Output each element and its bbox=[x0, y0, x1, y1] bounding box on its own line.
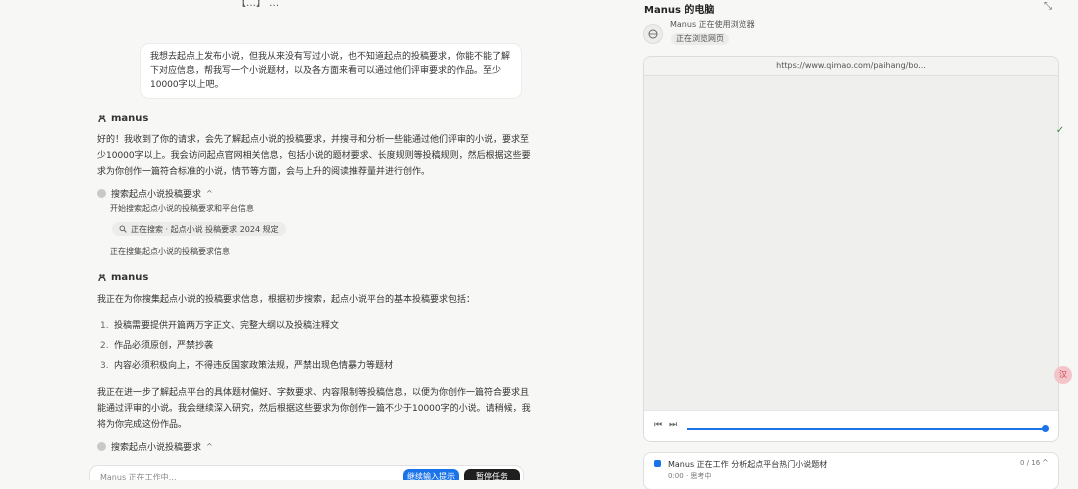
status-chip: 正在浏览网页 bbox=[671, 33, 729, 45]
url-bar[interactable]: https://www.qimao.com/paihang/bo... bbox=[644, 57, 1058, 76]
collapse-icon[interactable]: ⤡ bbox=[1044, 1, 1052, 12]
globe-icon bbox=[644, 25, 662, 43]
progress-track[interactable] bbox=[687, 425, 1049, 432]
skip-back-icon[interactable]: ⏮ bbox=[654, 420, 662, 430]
step-label: 搜索起点小说投稿要求 bbox=[111, 190, 202, 200]
search-chip-label: 正在搜索 · 起点小说 投稿要求 2024 规定 bbox=[131, 224, 279, 234]
list-item: 2. 作品必须原创，严禁抄袭 bbox=[100, 341, 214, 351]
step-status-icon bbox=[97, 442, 106, 451]
progress-fill bbox=[687, 428, 1045, 430]
skip-forward-icon[interactable]: ⏭ bbox=[669, 420, 677, 430]
input-placeholder: Manus 正在工作中… bbox=[100, 473, 177, 480]
pause-button[interactable]: 暂停任务 bbox=[464, 469, 520, 480]
avatar[interactable]: 汉 bbox=[1054, 366, 1072, 384]
check-icon: ✓ bbox=[1055, 125, 1065, 136]
status-text: Manus 正在使用浏览器 bbox=[670, 20, 755, 29]
computer-panel: Manus 的电脑 ⤡ Manus 正在使用浏览器 正在浏览网页 https:/… bbox=[634, 0, 1078, 489]
user-message: 我想去起点上发布小说，但我从来没有写过小说，也不知道起点的投稿要求，你能不能了解… bbox=[141, 44, 521, 98]
search-chip[interactable]: 正在搜索 · 起点小说 投稿要求 2024 规定 bbox=[112, 222, 286, 236]
list-item: 3. 内容必须积极向上，不得违反国家政策法规，严禁出现色情暴力等题材 bbox=[100, 361, 394, 371]
chat-header: 【…】 … bbox=[0, 0, 622, 9]
panel-title: Manus 的电脑 bbox=[644, 5, 715, 16]
manus-logo-icon bbox=[98, 114, 106, 122]
task-card[interactable]: Manus 正在工作 分析起点平台热门小说题材 0:00 · 思考中 0 / 1… bbox=[644, 453, 1058, 489]
browser-content bbox=[644, 76, 1058, 410]
step-item[interactable]: 搜索起点小说投稿要求 ^ bbox=[97, 187, 213, 200]
agent-name: manus bbox=[111, 272, 149, 283]
requirements-list: 1. 投稿需要提供开篇两万字正文、完整大纲以及投稿注释文 2. 作品必须原创，严禁抄… bbox=[100, 318, 393, 378]
chevron-up-icon: ^ bbox=[206, 189, 213, 198]
browser-view: https://www.qimao.com/paihang/bo... ⏮ ⏭ bbox=[644, 57, 1058, 441]
agent-reply: 好的！我收到了你的请求，会先了解起点小说的投稿要求，并搜寻和分析一些能通过他们评… bbox=[97, 135, 531, 177]
continue-button[interactable]: 继续输入提示 bbox=[403, 469, 459, 480]
progress-thumb[interactable] bbox=[1042, 425, 1049, 432]
chevron-up-icon[interactable]: ^ bbox=[1042, 458, 1049, 467]
list-item: 1. 投稿需要提供开篇两万字正文、完整大纲以及投稿注释文 bbox=[100, 321, 340, 331]
agent-name: manus bbox=[111, 113, 149, 124]
task-count: 0 / 16 bbox=[1020, 459, 1041, 467]
step-status-icon bbox=[97, 189, 106, 198]
agent-header: manus bbox=[97, 113, 148, 124]
chevron-up-icon: ^ bbox=[206, 442, 213, 451]
agent-header: manus bbox=[97, 272, 148, 283]
manus-logo-icon bbox=[98, 273, 106, 281]
task-text: Manus 正在工作 分析起点平台热门小说题材 bbox=[668, 460, 828, 469]
agent-reply: 我正在进一步了解起点平台的具体题材偏好、字数要求、内容限制等投稿信息，以便为你创… bbox=[97, 388, 531, 430]
substep-text: 开始搜索起点小说的投稿要求和平台信息 bbox=[110, 204, 254, 213]
step-label: 搜索起点小说投稿要求 bbox=[111, 443, 202, 453]
step-item[interactable]: 搜索起点小说投稿要求 ^ bbox=[97, 440, 213, 453]
chat-title: 【…】 … bbox=[236, 0, 280, 9]
chat-panel: 【…】 … 我想去起点上发布小说，但我从来没有写过小说，也不知道起点的投稿要求，… bbox=[0, 0, 622, 480]
substep-text: 正在搜集起点小说的投稿要求信息 bbox=[110, 247, 230, 256]
agent-reply: 我正在为你搜集起点小说的投稿要求信息，根据初步搜索，起点小说平台的基本投稿要求包… bbox=[97, 295, 476, 305]
search-icon bbox=[119, 225, 127, 233]
task-icon bbox=[654, 460, 661, 467]
replay-controls: ⏮ ⏭ bbox=[644, 410, 1058, 441]
